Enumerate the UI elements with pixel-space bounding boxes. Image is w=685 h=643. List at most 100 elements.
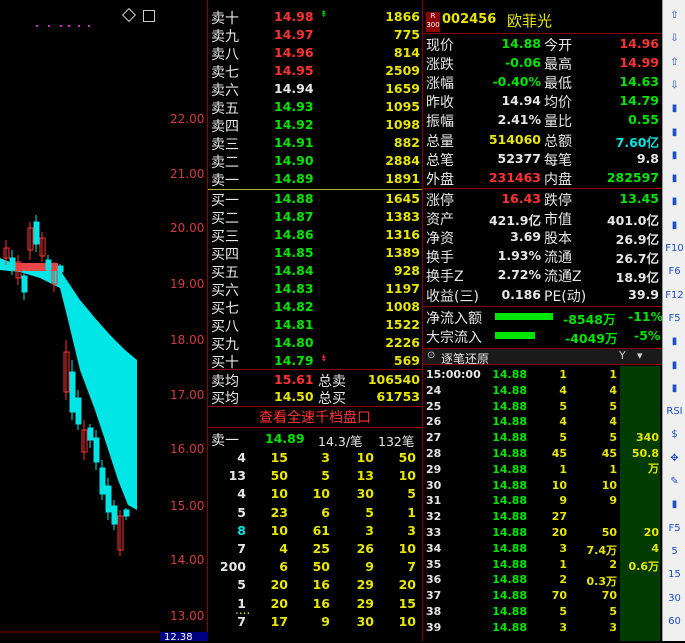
marker-dot <box>78 25 80 27</box>
quote-label: 收益(三) <box>426 288 479 305</box>
toolbar-icon[interactable]: ▮ <box>665 495 684 514</box>
tick-time: 32 <box>426 510 442 524</box>
ask-row[interactable]: 卖一 14.89 1891 <box>208 170 422 189</box>
candle-body <box>105 485 112 513</box>
kline-chart[interactable]: 22.00 21.00 20.00 19.00 18.00 17.00 16.00 15.00… <box>0 0 208 643</box>
toolbar-icon[interactable]: 15 <box>665 565 684 584</box>
queue-cell: 5 <box>237 504 246 520</box>
bid-volume: 2226 <box>385 335 420 350</box>
tick-volume: 5 <box>559 431 567 445</box>
avg-buy-row-price: 14.50 <box>274 389 314 404</box>
bid-level-label: 买九 <box>211 337 239 353</box>
marker-dot <box>88 25 90 27</box>
ask-row[interactable]: 卖八 14.96 814 <box>208 44 422 63</box>
tick-count: 70 <box>601 589 617 603</box>
toolbar-icon[interactable]: ▮ <box>665 146 684 165</box>
queue-row: 200 6 50 9 7 <box>208 559 422 577</box>
toolbar-icon[interactable]: ⇧ <box>665 53 684 72</box>
window-icon[interactable] <box>143 10 155 22</box>
ask-row[interactable]: 卖七 14.95 2509 <box>208 62 422 81</box>
quote-value: 2.72% <box>497 267 541 283</box>
toolbar-icon[interactable]: 30 <box>665 589 684 608</box>
tick-row: 26 14.88 4 4 <box>423 415 663 431</box>
tick-count: 1 <box>609 368 617 381</box>
bid-row[interactable]: 买八 14.81 1522 <box>208 316 422 335</box>
toolbar-icon[interactable]: F5 <box>665 309 684 328</box>
ask-price: 14.93 <box>274 99 314 114</box>
toolbar-icon[interactable]: ✎ <box>665 472 684 491</box>
bid-row[interactable]: 买七 14.82 1008 <box>208 298 422 317</box>
tick-row: 15:00:00 14.88 1 1 <box>423 368 663 384</box>
tick-count: 9 <box>609 494 617 508</box>
candle-body <box>69 371 76 413</box>
price-cursor-label: 12.38 <box>160 632 208 643</box>
quote-value: 26.9亿 <box>615 232 659 248</box>
bid-row[interactable]: 买六 14.83 1197 <box>208 280 422 299</box>
ask-row[interactable]: 卖三 14.91 882 <box>208 134 422 153</box>
quote-label: 换手Z <box>426 269 464 286</box>
toolbar-icon[interactable]: 60 <box>665 612 684 631</box>
toolbar-icon[interactable]: ⇩ <box>665 29 684 48</box>
bid-row[interactable]: 买五 14.84 928 <box>208 262 422 281</box>
y-tick-label: 14.00 <box>170 553 205 567</box>
filter-icon[interactable]: Y <box>619 349 626 362</box>
queue-more[interactable]: .... <box>235 603 250 617</box>
toolbar-icon[interactable]: ⇧ <box>665 6 684 25</box>
queue-cell: 13 <box>356 468 374 484</box>
bid-row[interactable]: 买九 14.80 2226 <box>208 334 422 353</box>
toolbar-icon[interactable]: $ <box>665 425 684 444</box>
toolbar-icon[interactable]: ▮ <box>665 332 684 351</box>
ticks-header[interactable]: ⊙ 逐笔还原 Y ▾ <box>423 348 663 366</box>
toolbar-icon[interactable]: ▮ <box>665 123 684 142</box>
bid-row[interactable]: 买二 14.87 1383 <box>208 208 422 227</box>
bid-row[interactable]: 买三 14.86 1316 <box>208 226 422 245</box>
ask-row[interactable]: 卖十 14.98 1866 ⇞ <box>208 8 422 27</box>
toolbar-icon[interactable]: F6 <box>665 262 684 281</box>
dropdown-icon[interactable]: ▾ <box>637 349 643 362</box>
toolbar-icon[interactable]: ▮ <box>665 192 684 211</box>
ask-row[interactable]: 卖二 14.90 2884 <box>208 152 422 171</box>
tick-row: 36 14.88 2 0.3万 <box>423 573 663 589</box>
bid-volume: 569 <box>393 353 420 368</box>
net-inflow-pct: -11% <box>628 309 664 324</box>
ask-volume: 1098 <box>385 117 420 132</box>
toolbar-icon[interactable]: 5 <box>665 542 684 561</box>
collapse-icon[interactable]: ⊙ <box>427 350 435 361</box>
queue-label: 卖一 <box>211 433 239 449</box>
ask-row[interactable]: 卖四 14.92 1098 <box>208 116 422 135</box>
tick-count: 2 <box>609 557 617 571</box>
toolbar-icon[interactable]: F10 <box>665 239 684 258</box>
toolbar-icon[interactable]: ▮ <box>665 169 684 188</box>
toolbar-icon[interactable]: ▮ <box>665 356 684 375</box>
bid-price: 14.79 <box>274 353 314 368</box>
bid-row[interactable]: 买一 14.88 1645 <box>208 190 422 209</box>
avg-buy-row-total: 61753 <box>376 389 421 404</box>
tick-price: 14.88 <box>492 557 527 571</box>
ask-row[interactable]: 卖五 14.93 1095 <box>208 98 422 117</box>
queue-cell: 30 <box>356 486 374 502</box>
toolbar-icon[interactable]: ▮ <box>665 216 684 235</box>
ask-row[interactable]: 卖九 14.97 775 <box>208 26 422 45</box>
quote-label: 内盘 <box>544 171 572 188</box>
toolbar-icon[interactable]: ✥ <box>665 449 684 468</box>
bid-row[interactable]: 买十 14.79 569 ⇟ <box>208 352 422 371</box>
ask-price: 14.90 <box>274 153 314 168</box>
queue-cell: 10 <box>270 486 288 502</box>
toolbar-icon[interactable]: ⇩ <box>665 76 684 95</box>
full-depth-button[interactable]: 查看全速千档盘口 <box>208 407 422 427</box>
y-tick-label: 18.00 <box>170 333 205 347</box>
quote-value: 282597 <box>606 169 659 185</box>
quote-row: 振幅 2.41% 量比 0.55 <box>423 111 663 130</box>
tick-count: 45 <box>601 447 617 460</box>
quote-label: 涨停 <box>426 193 454 209</box>
bid-row[interactable]: 买四 14.85 1389 <box>208 244 422 263</box>
quote-value: 0.55 <box>628 112 659 128</box>
toolbar-icon[interactable]: F5 <box>665 519 684 538</box>
toolbar-icon[interactable]: ▮ <box>665 379 684 398</box>
toolbar-icon[interactable]: ▮ <box>665 99 684 118</box>
toolbar-icon[interactable]: RSI <box>665 402 684 421</box>
candle-body <box>123 509 130 517</box>
ask-row[interactable]: 卖六 14.94 1659 <box>208 80 422 99</box>
toolbar-icon[interactable]: F12 <box>665 286 684 305</box>
down-arrow-icon: ⇟ <box>320 354 328 364</box>
